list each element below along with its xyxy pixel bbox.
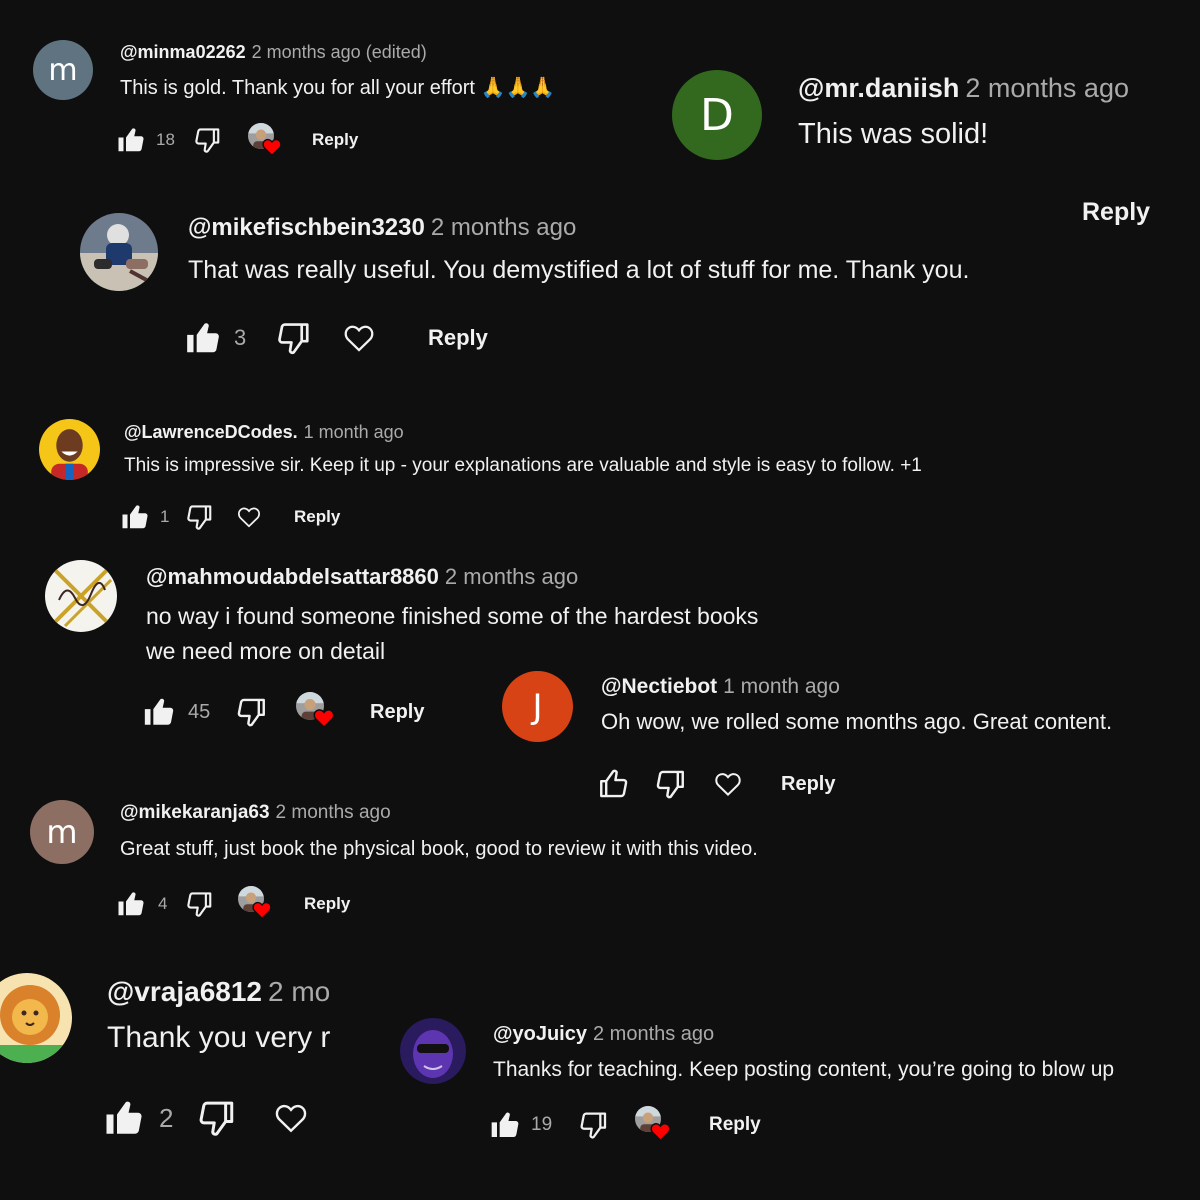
- author-name[interactable]: @minma02262: [120, 42, 246, 62]
- avatar-letter: D: [700, 89, 734, 141]
- gold-signature-avatar-icon: [45, 560, 117, 632]
- timestamp[interactable]: 1 month ago: [723, 675, 840, 698]
- comment-body: @mr.daniish 2 months ago This was solid!: [798, 72, 1129, 155]
- avatar-letter: J: [532, 686, 543, 727]
- like-count: 2: [159, 1102, 174, 1133]
- avatar[interactable]: [39, 419, 100, 480]
- comment-body: @mikefischbein3230 2 months ago That was …: [188, 214, 969, 288]
- avatar[interactable]: [45, 560, 117, 632]
- reply-button[interactable]: Reply: [294, 507, 340, 527]
- heart-icon: [312, 706, 336, 730]
- like-button-icon[interactable]: [489, 1109, 521, 1141]
- timestamp[interactable]: 2 months ago: [431, 214, 576, 241]
- like-count: 45: [188, 700, 211, 723]
- reply-button[interactable]: Reply: [428, 325, 488, 351]
- comment-text: This is impressive sir. Keep it up - you…: [124, 454, 922, 476]
- dislike-button-icon[interactable]: [195, 1097, 237, 1139]
- like-button-icon[interactable]: [116, 125, 146, 155]
- creator-heart-badge: [296, 692, 336, 732]
- like-count: 4: [158, 894, 168, 913]
- reply-button[interactable]: Reply: [709, 1114, 761, 1136]
- like-count: 18: [156, 130, 175, 149]
- timestamp[interactable]: 2 months ago: [593, 1023, 714, 1045]
- author-name[interactable]: @mahmoudabdelsattar8860: [146, 564, 439, 589]
- reply-button[interactable]: Reply: [1082, 198, 1150, 227]
- comment-yojuicy: @yoJuicy 2 months ago Thanks for teaching…: [380, 998, 1200, 1200]
- avatar[interactable]: [80, 213, 158, 291]
- like-count: 3: [234, 325, 247, 350]
- reply-button[interactable]: Reply: [312, 130, 358, 150]
- reply-button[interactable]: Reply: [781, 773, 835, 796]
- avatar[interactable]: m: [33, 40, 93, 100]
- heart-button-icon[interactable]: [236, 504, 262, 530]
- heart-icon: [261, 136, 283, 158]
- dislike-button-icon[interactable]: [184, 502, 214, 532]
- timestamp[interactable]: 2 months ago: [445, 564, 578, 589]
- timestamp[interactable]: 2 months ago (edited): [252, 42, 427, 62]
- like-button-icon[interactable]: [116, 889, 146, 919]
- timestamp[interactable]: 1 month ago: [304, 422, 404, 442]
- heart-button-icon[interactable]: [273, 1100, 309, 1136]
- author-name[interactable]: @Nectiebot: [601, 675, 717, 698]
- creator-heart-badge: [238, 886, 274, 922]
- creator-heart-badge: [635, 1106, 673, 1144]
- timestamp[interactable]: 2 mo: [268, 976, 330, 1007]
- comment-text: Great stuff, just book the physical book…: [120, 837, 758, 860]
- dislike-button-icon[interactable]: [192, 125, 222, 155]
- comment-body: @vraja6812 2 mo Thank you very r: [107, 975, 330, 1059]
- comment-body: @mikekaranja63 2 months ago Great stuff, …: [120, 802, 758, 863]
- like-button-icon[interactable]: [597, 767, 631, 801]
- dislike-button-icon[interactable]: [577, 1109, 609, 1141]
- avatar[interactable]: [400, 1018, 466, 1084]
- comment-body: @Nectiebot 1 month ago Oh wow, we rolled …: [601, 674, 1112, 738]
- comment-text: Thanks for teaching. Keep posting conten…: [493, 1058, 1115, 1081]
- dislike-button-icon[interactable]: [653, 767, 687, 801]
- avatar[interactable]: J: [502, 671, 573, 742]
- comment-text: This is gold. Thank you for all your eff…: [120, 76, 556, 99]
- hockey-player-avatar-icon: [80, 213, 158, 291]
- comment-body: @LawrenceDCodes. 1 month ago This is impr…: [124, 422, 922, 479]
- author-name[interactable]: @LawrenceDCodes.: [124, 422, 298, 442]
- avatar[interactable]: [0, 973, 72, 1063]
- comment-body: @yoJuicy 2 months ago Thanks for teaching…: [493, 1022, 1114, 1084]
- comment-body: @minma02262 2 months ago (edited) This is…: [120, 42, 555, 102]
- purple-face-avatar-icon: [400, 1018, 466, 1084]
- like-button-icon[interactable]: [142, 695, 176, 729]
- smiling-man-avatar-icon: [39, 419, 100, 480]
- timestamp[interactable]: 2 months ago: [965, 73, 1129, 103]
- avatar[interactable]: D: [672, 70, 762, 160]
- like-count: 19: [531, 1114, 553, 1135]
- heart-icon: [251, 899, 273, 921]
- heart-button-icon[interactable]: [713, 769, 743, 799]
- comment-text-line: we need more on detail: [146, 637, 386, 664]
- lion-avatar-icon: [0, 973, 72, 1063]
- comment-text-line: no way i found someone finished some of …: [146, 603, 759, 630]
- comment-text: Thank you very r: [107, 1020, 331, 1054]
- comment-text: That was really useful. You demystified …: [188, 255, 970, 284]
- author-name[interactable]: @vraja6812: [107, 976, 262, 1007]
- like-button-icon[interactable]: [184, 319, 222, 357]
- comment-text: Oh wow, we rolled some months ago. Great…: [601, 709, 1113, 735]
- heart-icon: [649, 1120, 672, 1143]
- dislike-button-icon[interactable]: [234, 695, 268, 729]
- like-button-icon[interactable]: [103, 1097, 145, 1139]
- dislike-button-icon[interactable]: [184, 889, 214, 919]
- dislike-button-icon[interactable]: [274, 319, 312, 357]
- like-count: 1: [160, 507, 170, 526]
- creator-heart-badge: [248, 123, 282, 157]
- comment-text: This was solid!: [798, 118, 989, 151]
- author-name[interactable]: @mr.daniish: [798, 73, 959, 103]
- heart-button-icon[interactable]: [342, 321, 376, 355]
- reply-button[interactable]: Reply: [304, 894, 350, 914]
- avatar-letter: m: [46, 813, 78, 851]
- like-button-icon[interactable]: [120, 502, 150, 532]
- timestamp[interactable]: 2 months ago: [276, 802, 391, 823]
- author-name[interactable]: @mikefischbein3230: [188, 214, 425, 241]
- avatar-letter: m: [48, 52, 78, 88]
- author-name[interactable]: @mikekaranja63: [120, 802, 270, 823]
- reply-button[interactable]: Reply: [370, 701, 424, 724]
- author-name[interactable]: @yoJuicy: [493, 1023, 587, 1045]
- avatar[interactable]: m: [30, 800, 94, 864]
- comment-body: @mahmoudabdelsattar8860 2 months ago no w…: [146, 564, 758, 667]
